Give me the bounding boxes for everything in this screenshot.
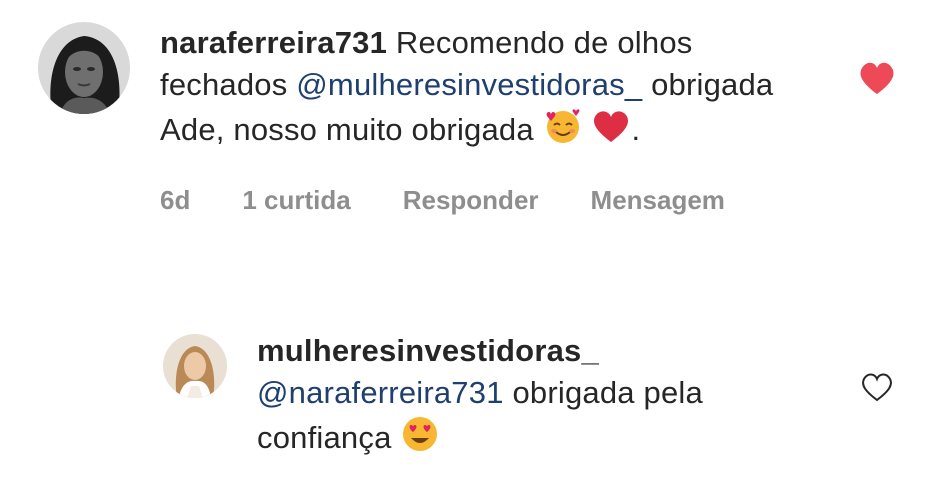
heart-outline-icon: [862, 373, 892, 402]
like-button[interactable]: [858, 60, 896, 101]
avatar-photo: [163, 334, 227, 398]
reply-like-button[interactable]: [860, 371, 894, 408]
comment-body: naraferreira731 Recomendo de olhos fecha…: [160, 22, 810, 216]
comment-username[interactable]: naraferreira731: [160, 25, 387, 60]
comment-text: naraferreira731 Recomendo de olhos fecha…: [160, 22, 810, 157]
comment-likes-count[interactable]: 1 curtida: [242, 185, 350, 216]
reply-item: mulheresinvestidoras_ @naraferreira731 o…: [163, 330, 938, 465]
reply-body: mulheresinvestidoras_ @naraferreira731 o…: [257, 330, 817, 465]
avatar[interactable]: [38, 22, 130, 114]
comment-meta: 6d 1 curtida Responder Mensagem: [160, 185, 810, 216]
reply-mention[interactable]: @naraferreira731: [257, 375, 504, 410]
comment-text-end: .: [631, 112, 641, 147]
avatar-photo: [38, 22, 130, 114]
message-button[interactable]: Mensagem: [591, 185, 725, 216]
reply-username[interactable]: mulheresinvestidoras_: [257, 333, 599, 368]
smiling-face-with-hearts-icon: [543, 106, 583, 157]
comment-item: naraferreira731 Recomendo de olhos fecha…: [38, 22, 938, 216]
heart-filled-icon: [860, 62, 894, 94]
comment-mention[interactable]: @mulheresinvestidoras_: [296, 67, 642, 102]
reply-avatar[interactable]: [163, 334, 227, 398]
comment-time: 6d: [160, 185, 191, 215]
reply-text: mulheresinvestidoras_ @naraferreira731 o…: [257, 330, 817, 465]
heart-eyes-icon: [400, 414, 440, 465]
red-heart-icon: [591, 106, 631, 157]
reply-button[interactable]: Responder: [403, 185, 539, 216]
